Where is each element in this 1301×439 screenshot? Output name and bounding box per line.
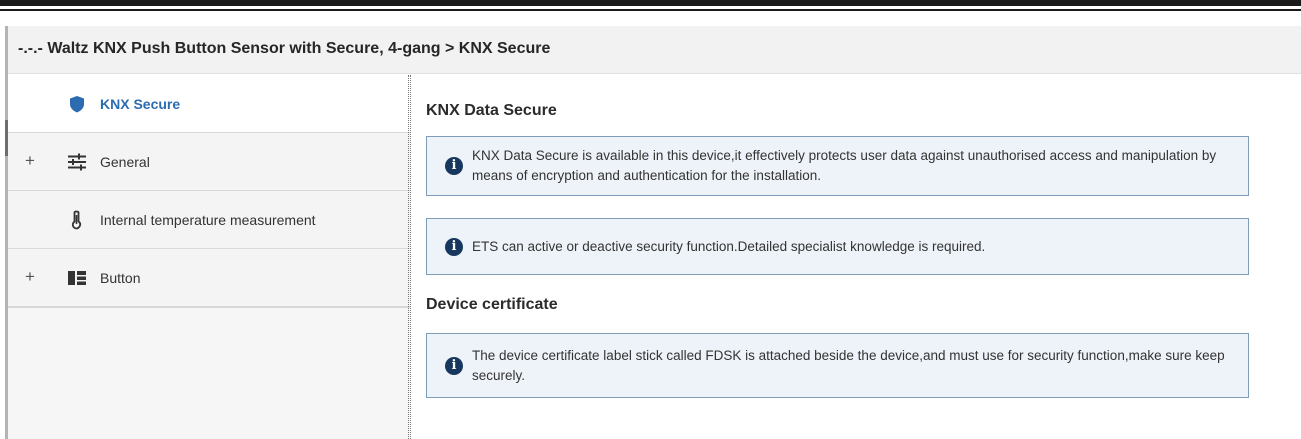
info-icon: i [445,157,463,175]
window-title: -.-.- Waltz KNX Push Button Sensor with … [18,40,551,57]
button-layout-icon [66,268,88,288]
info-note-text: ETS can active or deactive security func… [472,239,986,254]
info-icon: i [445,357,463,375]
sidebar-item-button[interactable]: + Button [8,249,410,307]
thermometer-icon [66,210,88,230]
sidebar-empty-area [8,307,410,439]
window-header: -.-.- Waltz KNX Push Button Sensor with … [8,26,1301,74]
sidebar-item-label: KNX Secure [100,96,181,112]
info-note: i KNX Data Secure is available in this d… [426,136,1249,196]
info-icon: i [445,238,463,256]
sidebar-item-knx-secure[interactable]: KNX Secure [8,75,410,133]
sidebar-item-internal-temperature[interactable]: Internal temperature measurement [8,191,410,249]
info-note-text: KNX Data Secure is available in this dev… [472,148,1217,183]
sidebar-item-label: Internal temperature measurement [100,212,316,228]
shield-icon [66,94,88,114]
panel-splitter[interactable] [408,75,411,439]
expand-icon[interactable]: + [25,268,35,285]
sliders-icon [66,152,88,172]
info-note: i ETS can active or deactive security fu… [426,218,1249,275]
sidebar-item-general[interactable]: + General [8,133,410,191]
section-title-device-certificate: Device certificate [426,296,558,313]
sidebar-item-label: Button [100,270,141,286]
parameter-sidebar: KNX Secure + General Internal temperatur… [8,75,410,439]
expand-icon[interactable]: + [25,152,35,169]
section-title-knx-data-secure: KNX Data Secure [426,102,557,119]
info-note: i The device certificate label stick cal… [426,333,1249,398]
parameter-content: KNX Data Secure i KNX Data Secure is ava… [412,75,1301,439]
info-note-text: The device certificate label stick calle… [472,348,1225,383]
top-border-thin [0,9,1301,11]
sidebar-item-label: General [100,154,150,170]
top-border-thick [0,0,1301,6]
